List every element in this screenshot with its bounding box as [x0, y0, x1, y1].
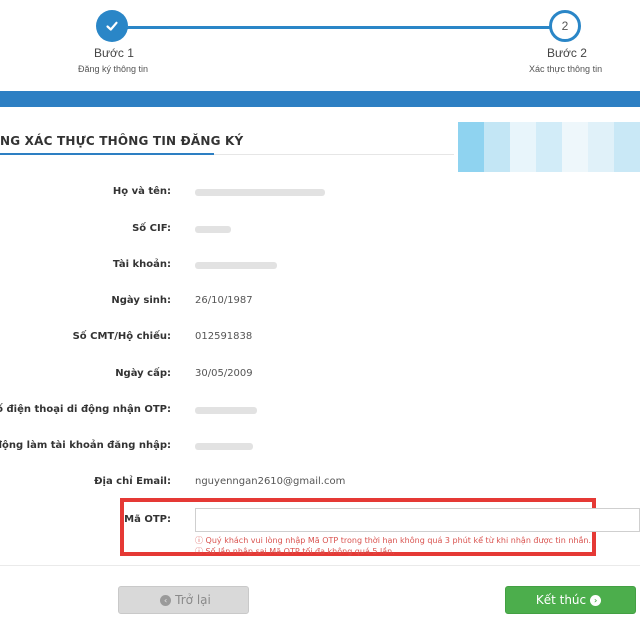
- step2-subtitle: Xác thực thông tin: [529, 64, 603, 74]
- label-email: Địa chỉ Email:: [94, 476, 171, 487]
- arrow-right-circle-icon: ›: [590, 594, 602, 606]
- blurred-image: [458, 122, 640, 172]
- section-title: NG XÁC THỰC THÔNG TIN ĐĂNG KÝ: [0, 134, 244, 148]
- otp-hint-time: ⓘ Quý khách vui lòng nhập Mã OTP trong t…: [195, 535, 591, 546]
- section-title-underline: [0, 153, 214, 155]
- back-button-label: Trở lại: [175, 593, 211, 607]
- info-icon: ⓘ: [195, 547, 203, 556]
- step1-title: Bước 1: [94, 46, 134, 60]
- stepper-line: [112, 26, 566, 29]
- info-icon: ⓘ: [195, 536, 203, 545]
- otp-input[interactable]: [195, 508, 640, 532]
- otp-hint-attempts: ⓘ Số lần nhập sai Mã OTP tối đa không qu…: [195, 546, 395, 557]
- step1-circle: [96, 10, 128, 42]
- label-otp: Mã OTP:: [124, 514, 171, 525]
- label-id-number: Số CMT/Hộ chiếu:: [72, 331, 171, 342]
- progress-stepper: Bước 1 Đăng ký thông tin 2 Bước 2 Xác th…: [0, 0, 640, 90]
- finish-button[interactable]: Kết thúc ›: [505, 586, 636, 614]
- bottom-divider: [0, 565, 640, 566]
- value-id-number: 012591838: [195, 331, 253, 342]
- value-email: nguyenngan2610@gmail.com: [195, 476, 346, 487]
- otp-hint-time-text: Quý khách vui lòng nhập Mã OTP trong thờ…: [205, 536, 592, 545]
- step1-subtitle: Đăng ký thông tin: [78, 64, 149, 74]
- arrow-left-circle-icon: ‹: [160, 594, 172, 606]
- value-cif-blurred: [195, 226, 231, 233]
- label-cif: Số CIF:: [132, 223, 171, 234]
- label-otp-phone: Số điện thoại di động nhận OTP:: [0, 404, 171, 415]
- label-full-name: Họ và tên:: [112, 186, 171, 197]
- value-otp-phone-blurred: [195, 407, 257, 414]
- label-account: Tài khoản:: [112, 259, 171, 270]
- step2-title: Bước 2: [547, 46, 587, 60]
- step2-circle: 2: [549, 10, 581, 42]
- check-icon: [106, 21, 118, 31]
- finish-button-label: Kết thúc: [535, 593, 587, 607]
- value-account-blurred: [195, 262, 277, 269]
- value-full-name-blurred: [195, 189, 325, 196]
- step2-number: 2: [561, 19, 569, 33]
- back-button[interactable]: ‹ Trở lại: [118, 586, 249, 614]
- otp-hint-attempts-text: Số lần nhập sai Mã OTP tối đa không quá …: [205, 547, 395, 556]
- value-birthdate: 26/10/1987: [195, 295, 253, 306]
- value-login-phone-blurred: [195, 443, 253, 450]
- label-issue-date: Ngày cấp:: [115, 368, 171, 379]
- section-divider: [214, 154, 454, 155]
- header-bar: [0, 91, 640, 107]
- value-issue-date: 30/05/2009: [195, 368, 253, 379]
- label-login-phone: di động làm tài khoản đăng nhập:: [0, 440, 171, 451]
- label-birthdate: Ngày sinh:: [111, 295, 171, 306]
